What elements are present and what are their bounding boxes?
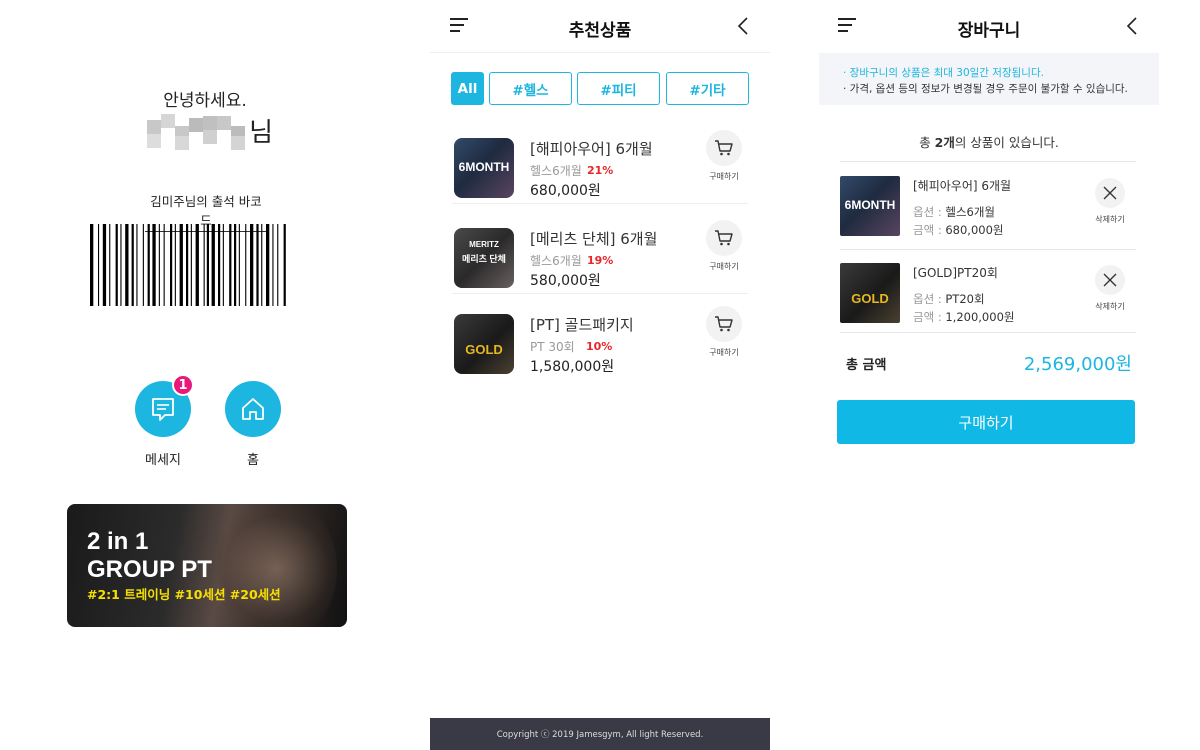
cart-notice: · 장바구니의 상품은 최대 30일간 저장됩니다. · 가격, 옵션 등의 정… xyxy=(819,53,1159,105)
product-thumbnail: MERITZ 메리츠 단체 xyxy=(454,228,514,288)
product-item[interactable]: 6MONTH [해피아우어] 6개월 헬스6개월 21% 680,000원 구매… xyxy=(452,116,748,204)
home-panel: 안녕하세요. 님 김미주님의 출석 바코드 1 메세지 홈 2 in 1 GRO… xyxy=(0,0,410,750)
footer-copyright: Copyright ⓒ 2019 Jamesgym, All light Res… xyxy=(430,718,770,750)
product-thumbnail: GOLD xyxy=(454,314,514,374)
purchase-button[interactable]: 구매하기 xyxy=(837,400,1135,444)
header: 추천상품 xyxy=(430,0,770,53)
notice-change: · 가격, 옵션 등의 정보가 변경될 경우 주문이 불가할 수 있습니다. xyxy=(843,83,1128,95)
product-name: [해피아우어] 6개월 xyxy=(530,140,653,158)
discount-rate: 21% xyxy=(587,164,614,177)
cart-label: 구매하기 xyxy=(709,348,739,357)
close-icon xyxy=(1103,186,1117,200)
product-price: 1,580,000원 xyxy=(530,359,615,375)
home-icon xyxy=(242,398,264,420)
attendance-barcode xyxy=(90,224,286,306)
header: 장바구니 xyxy=(819,0,1159,53)
user-name-suffix: 님 xyxy=(249,118,273,148)
product-sub: 헬스6개월 xyxy=(530,254,582,268)
cart-button[interactable] xyxy=(706,220,742,256)
total-label: 총 금액 xyxy=(846,358,887,373)
product-thumbnail: 6MONTH xyxy=(454,138,514,198)
discount-rate: 10% xyxy=(586,340,613,353)
cart-icon xyxy=(715,140,733,156)
banner-line2: GROUP PT xyxy=(87,556,212,583)
cart-label: 구매하기 xyxy=(709,262,739,271)
banner-line1: 2 in 1 xyxy=(87,528,149,555)
product-price: 580,000원 xyxy=(530,273,601,289)
page-title: 장바구니 xyxy=(957,21,1021,41)
back-icon[interactable] xyxy=(1125,16,1139,36)
cart-item-thumbnail: 6MONTH xyxy=(840,176,900,236)
page-title: 추천상품 xyxy=(568,21,632,41)
cart-item-option: 옵션 : 헬스6개월 xyxy=(913,205,995,219)
message-label: 메세지 xyxy=(145,453,181,468)
cart-label: 구매하기 xyxy=(709,172,739,181)
product-item[interactable]: MERITZ 메리츠 단체 [메리츠 단체] 6개월 헬스6개월 19% 580… xyxy=(452,206,748,294)
chip-all[interactable]: All xyxy=(451,72,484,105)
cart-item-name: [해피아우어] 6개월 xyxy=(913,179,1012,193)
notice-storage: · 장바구니의 상품은 최대 30일간 저장됩니다. xyxy=(843,67,1044,79)
home-button[interactable] xyxy=(225,381,281,437)
cart-icon xyxy=(715,230,733,246)
product-item[interactable]: GOLD [PT] 골드패키지 PT 30회 10% 1,580,000원 구매… xyxy=(452,292,748,378)
product-name: [PT] 골드패키지 xyxy=(530,316,634,334)
cart-item: 6MONTH [해피아우어] 6개월 옵션 : 헬스6개월 금액 : 680,0… xyxy=(840,162,1136,248)
recommended-panel: 추천상품 All #헬스 #피티 #기타 6MONTH [해피아우어] 6개월 … xyxy=(430,0,770,750)
cart-item-amount: 금액 : 1,200,000원 xyxy=(913,310,1015,324)
cart-item-thumbnail: GOLD xyxy=(840,263,900,323)
cart-button[interactable] xyxy=(706,130,742,166)
product-sub: PT 30회 xyxy=(530,340,575,354)
chip-health[interactable]: #헬스 xyxy=(489,72,572,105)
cart-count: 총 2개의 상품이 있습니다. xyxy=(919,135,1059,150)
message-badge: 1 xyxy=(172,374,194,396)
cart-panel: 장바구니 · 장바구니의 상품은 최대 30일간 저장됩니다. · 가격, 옵션… xyxy=(819,0,1159,750)
product-name: [메리츠 단체] 6개월 xyxy=(530,230,658,248)
group-pt-banner[interactable]: 2 in 1 GROUP PT #2:1 트레이닝 #10세션 #20세션 xyxy=(67,504,347,627)
chip-pt[interactable]: #피티 xyxy=(577,72,660,105)
discount-rate: 19% xyxy=(587,254,614,267)
cart-icon xyxy=(715,316,733,332)
delete-button[interactable] xyxy=(1095,178,1125,208)
message-icon xyxy=(152,398,174,421)
cart-item-name: [GOLD]PT20회 xyxy=(913,266,998,280)
delete-button[interactable] xyxy=(1095,265,1125,295)
cart-item-amount: 금액 : 680,000원 xyxy=(913,223,1004,237)
total-amount: 2,569,000원 xyxy=(1023,354,1132,375)
home-label: 홈 xyxy=(247,453,259,468)
close-icon xyxy=(1103,273,1117,287)
greeting-text: 안녕하세요. xyxy=(163,91,247,111)
delete-label: 삭제하기 xyxy=(1095,302,1125,311)
user-name: 님 xyxy=(145,112,273,150)
delete-label: 삭제하기 xyxy=(1095,215,1125,224)
cart-button[interactable] xyxy=(706,306,742,342)
cart-item: GOLD [GOLD]PT20회 옵션 : PT20회 금액 : 1,200,0… xyxy=(840,249,1136,335)
cart-item-option: 옵션 : PT20회 xyxy=(913,292,985,306)
product-sub: 헬스6개월 xyxy=(530,164,582,178)
back-icon[interactable] xyxy=(736,16,750,36)
chip-etc[interactable]: #기타 xyxy=(666,72,749,105)
banner-tags: #2:1 트레이닝 #10세션 #20세션 xyxy=(87,587,281,602)
product-price: 680,000원 xyxy=(530,183,601,199)
